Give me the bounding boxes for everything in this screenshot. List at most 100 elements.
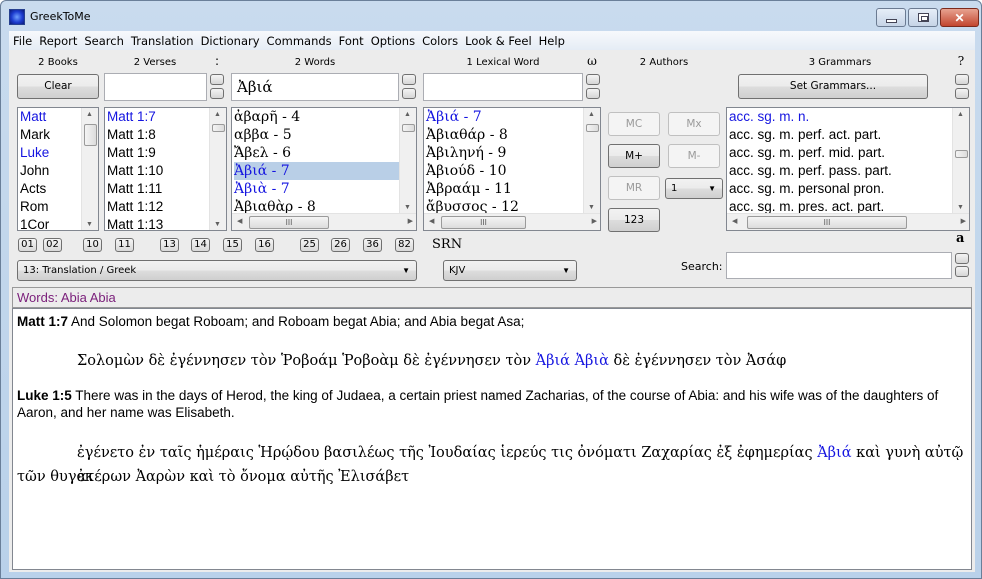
lexical-list[interactable]: Ἀβιά - 7 Ἀβιαθάρ - 8 Ἀβιληνή - 9 Ἀβιούδ - 1…	[423, 107, 601, 231]
list-item[interactable]: Matt 1:12	[107, 198, 209, 216]
list-item[interactable]: Mark	[20, 126, 81, 144]
list-item[interactable]: 1Cor	[20, 216, 81, 230]
menu-options[interactable]: Options	[367, 31, 418, 48]
book-number-button[interactable]: 13	[160, 238, 179, 252]
list-item[interactable]: Ἀβιά - 7	[234, 162, 399, 180]
menu-font[interactable]: Font	[335, 31, 367, 48]
scroll-down-icon[interactable]: ▼	[588, 204, 595, 211]
translation-select[interactable]: 13: Translation / Greek ▼	[17, 260, 417, 281]
words-input[interactable]: Ἀβιά	[231, 73, 399, 101]
set-grammars-button[interactable]: Set Grammars...	[738, 74, 928, 99]
grammars-scrollbar[interactable]: ▲ ▼	[952, 108, 969, 213]
scroll-thumb[interactable]	[955, 150, 968, 158]
scroll-left-icon[interactable]: ◀	[732, 217, 737, 225]
list-item[interactable]: acc. sg. m. perf. mid. part.	[729, 144, 952, 162]
grammars-up-button[interactable]	[955, 74, 969, 85]
omega-button[interactable]: ω	[585, 54, 599, 68]
list-item[interactable]: Matt 1:11	[107, 180, 209, 198]
list-item[interactable]: Rom	[20, 198, 81, 216]
words-down-button[interactable]	[402, 88, 416, 99]
book-number-button[interactable]: 14	[191, 238, 210, 252]
list-item[interactable]: Ἀβιά - 7	[426, 108, 583, 126]
list-item[interactable]: Matt 1:9	[107, 144, 209, 162]
close-button[interactable]: ✕	[940, 8, 979, 27]
minimize-button[interactable]	[876, 8, 906, 27]
verse-ref[interactable]: Matt 1:7	[17, 314, 68, 329]
greek-highlight[interactable]: Ἀβιά Ἀβιὰ	[536, 353, 609, 369]
list-item[interactable]: Ἀβιαθάρ - 8	[426, 126, 583, 144]
menu-dictionary[interactable]: Dictionary	[197, 31, 263, 48]
list-item[interactable]: Ἀβιληνή - 9	[426, 144, 583, 162]
list-item[interactable]: acc. sg. m. n.	[729, 108, 952, 126]
book-number-button[interactable]: 11	[115, 238, 134, 252]
m-plus-button[interactable]: M+	[608, 144, 660, 168]
passage-text-area[interactable]: Matt 1:7 And Solomon begat Roboam; and R…	[12, 308, 972, 570]
menu-search[interactable]: Search	[80, 31, 127, 48]
mx-button[interactable]: Mx	[668, 112, 720, 136]
scroll-up-icon[interactable]: ▲	[86, 111, 93, 118]
verses-up-button[interactable]	[210, 74, 224, 85]
search-up-button[interactable]	[955, 253, 969, 264]
menu-file[interactable]: File	[9, 31, 35, 48]
book-number-button[interactable]: 82	[395, 238, 414, 252]
author-count-select[interactable]: 1 ▼	[665, 178, 723, 199]
maximize-button[interactable]	[908, 8, 938, 27]
list-item[interactable]: Ἀβιούδ - 10	[426, 162, 583, 180]
scroll-down-icon[interactable]: ▼	[404, 204, 411, 211]
scroll-down-icon[interactable]: ▼	[214, 221, 221, 228]
book-number-button[interactable]: 25	[300, 238, 319, 252]
mc-button[interactable]: MC	[608, 112, 660, 136]
book-number-button[interactable]: 15	[223, 238, 242, 252]
list-item[interactable]: Ἄβελ - 6	[234, 144, 399, 162]
menu-colors[interactable]: Colors	[418, 31, 461, 48]
menu-report[interactable]: Report	[35, 31, 80, 48]
scroll-thumb[interactable]	[586, 124, 599, 132]
font-a-button[interactable]: a	[956, 231, 964, 246]
grammars-down-button[interactable]	[955, 88, 969, 99]
search-input[interactable]	[726, 252, 952, 279]
grammars-hscrollbar[interactable]: ◀ III ▶	[727, 213, 969, 230]
menu-commands[interactable]: Commands	[263, 31, 335, 48]
book-number-button[interactable]: 26	[331, 238, 350, 252]
scroll-up-icon[interactable]: ▲	[957, 111, 964, 118]
list-item[interactable]: αββα - 5	[234, 126, 399, 144]
verses-down-button[interactable]	[210, 88, 224, 99]
verses-input[interactable]	[104, 73, 207, 101]
scroll-up-icon[interactable]: ▲	[588, 111, 595, 118]
lexical-scrollbar[interactable]: ▲ ▼	[583, 108, 600, 213]
clear-button[interactable]: Clear	[17, 74, 99, 99]
books-scrollbar[interactable]: ▲ ▼	[81, 108, 98, 230]
list-item[interactable]: acc. sg. m. perf. pass. part.	[729, 162, 952, 180]
lexical-up-button[interactable]	[586, 74, 600, 85]
scroll-up-icon[interactable]: ▲	[404, 111, 411, 118]
hscroll-thumb[interactable]: III	[249, 216, 329, 229]
scroll-thumb[interactable]	[84, 124, 97, 146]
list-item[interactable]: Luke	[20, 144, 81, 162]
lexical-down-button[interactable]	[586, 88, 600, 99]
list-item[interactable]: Acts	[20, 180, 81, 198]
menu-translation[interactable]: Translation	[127, 31, 197, 48]
list-item[interactable]: Ἀβιὰ - 7	[234, 180, 399, 198]
book-number-button[interactable]: 10	[83, 238, 102, 252]
list-item[interactable]: Matt 1:10	[107, 162, 209, 180]
title-bar[interactable]: GreekToMe ✕	[1, 1, 981, 31]
lexical-input[interactable]	[423, 73, 583, 101]
mr-button[interactable]: MR	[608, 176, 660, 200]
search-down-button[interactable]	[955, 266, 969, 277]
verses-list[interactable]: Matt 1:7 Matt 1:8 Matt 1:9 Matt 1:10 Matt 1:…	[104, 107, 227, 231]
scroll-right-icon[interactable]: ▶	[961, 217, 966, 225]
book-number-button[interactable]: 02	[43, 238, 62, 252]
list-item[interactable]: Matt 1:8	[107, 126, 209, 144]
lexical-hscrollbar[interactable]: ◀ III ▶	[424, 213, 600, 230]
list-item[interactable]: Matt 1:7	[107, 108, 209, 126]
list-item[interactable]: acc. sg. m. perf. act. part.	[729, 126, 952, 144]
list-item[interactable]: acc. sg. m. personal pron.	[729, 180, 952, 198]
verses-scrollbar[interactable]: ▲ ▼	[209, 108, 226, 230]
help-button[interactable]: ?	[954, 54, 968, 68]
scroll-down-icon[interactable]: ▼	[86, 221, 93, 228]
book-number-button[interactable]: 01	[18, 238, 37, 252]
scroll-left-icon[interactable]: ◀	[429, 217, 434, 225]
scroll-right-icon[interactable]: ▶	[592, 217, 597, 225]
greek-highlight[interactable]: Ἀβιά	[817, 445, 851, 461]
scroll-thumb[interactable]	[402, 124, 415, 132]
